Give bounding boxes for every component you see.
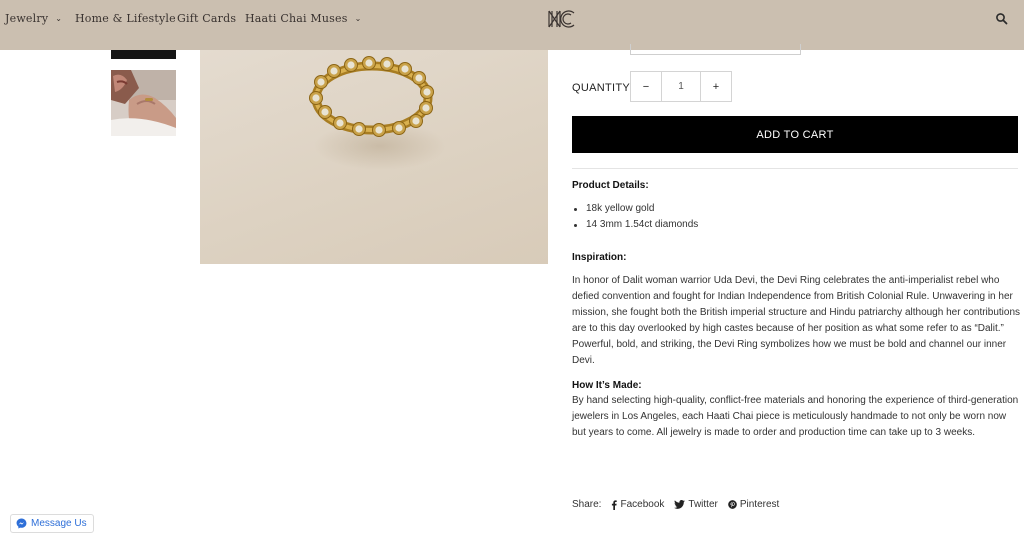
nav-home-lifestyle[interactable]: Home & Lifestyle: [75, 12, 176, 25]
how-its-made-heading: How It’s Made:: [572, 380, 642, 391]
share-twitter-link[interactable]: Twitter: [674, 499, 718, 510]
share-pinterest-label: Pinterest: [739, 499, 780, 510]
nav-muses-label: Haati Chai Muses: [245, 12, 348, 25]
message-us-label: Message Us: [31, 518, 87, 529]
product-thumbnail-2[interactable]: [111, 70, 176, 136]
quantity-stepper: − +: [630, 71, 732, 102]
nav-haati-chai-muses[interactable]: Haati Chai Muses ⌄: [245, 12, 361, 25]
product-details-heading: Product Details:: [572, 180, 649, 191]
share-facebook-link[interactable]: Facebook: [611, 499, 664, 510]
quantity-label: QUANTITY: [572, 82, 631, 94]
how-its-made-text: By hand selecting high-quality, conflict…: [572, 395, 1019, 438]
share-bar: Share: Facebook Twitter Pinterest: [572, 499, 779, 510]
chevron-down-icon: ⌄: [55, 14, 63, 23]
quantity-input[interactable]: [662, 72, 700, 101]
variant-select[interactable]: [630, 44, 801, 55]
nav-jewelry[interactable]: Jewelry ⌄: [5, 12, 62, 25]
list-item: 14 3mm 1.54ct diamonds: [572, 217, 972, 233]
search-icon[interactable]: [995, 12, 1009, 26]
share-facebook-label: Facebook: [620, 499, 665, 510]
inspiration-heading: Inspiration:: [572, 252, 627, 263]
brand-logo[interactable]: [546, 8, 578, 30]
share-label: Share:: [572, 499, 602, 510]
share-twitter-label: Twitter: [688, 499, 718, 510]
add-to-cart-button[interactable]: ADD TO CART: [572, 116, 1018, 153]
nav-gift-cards[interactable]: Gift Cards: [177, 12, 236, 25]
inspiration-text: In honor of Dalit woman warrior Uda Devi…: [572, 275, 1021, 366]
divider: [572, 168, 1018, 169]
pinterest-icon: [728, 500, 737, 509]
hc-logo-icon: [548, 10, 575, 28]
product-thumbnail-1[interactable]: [111, 50, 176, 59]
site-header: Jewelry ⌄ Home & Lifestyle Gift Cards Haa…: [0, 0, 1024, 50]
hand-ring-photo: [111, 70, 176, 136]
share-pinterest-link[interactable]: Pinterest: [728, 499, 779, 510]
message-us-button[interactable]: Message Us: [10, 514, 94, 533]
product-details-list: 18k yellow gold 14 3mm 1.54ct diamonds: [572, 201, 972, 233]
facebook-icon: [612, 499, 618, 510]
twitter-icon: [674, 500, 686, 509]
product-main-image[interactable]: [200, 50, 548, 264]
gold-diamond-ring-photo: [309, 56, 446, 170]
quantity-increase-button[interactable]: +: [700, 72, 731, 101]
chevron-down-icon: ⌄: [354, 14, 362, 23]
messenger-icon: [16, 518, 27, 529]
list-item: 18k yellow gold: [572, 201, 972, 217]
quantity-decrease-button[interactable]: −: [631, 72, 662, 101]
nav-jewelry-label: Jewelry: [5, 12, 49, 25]
